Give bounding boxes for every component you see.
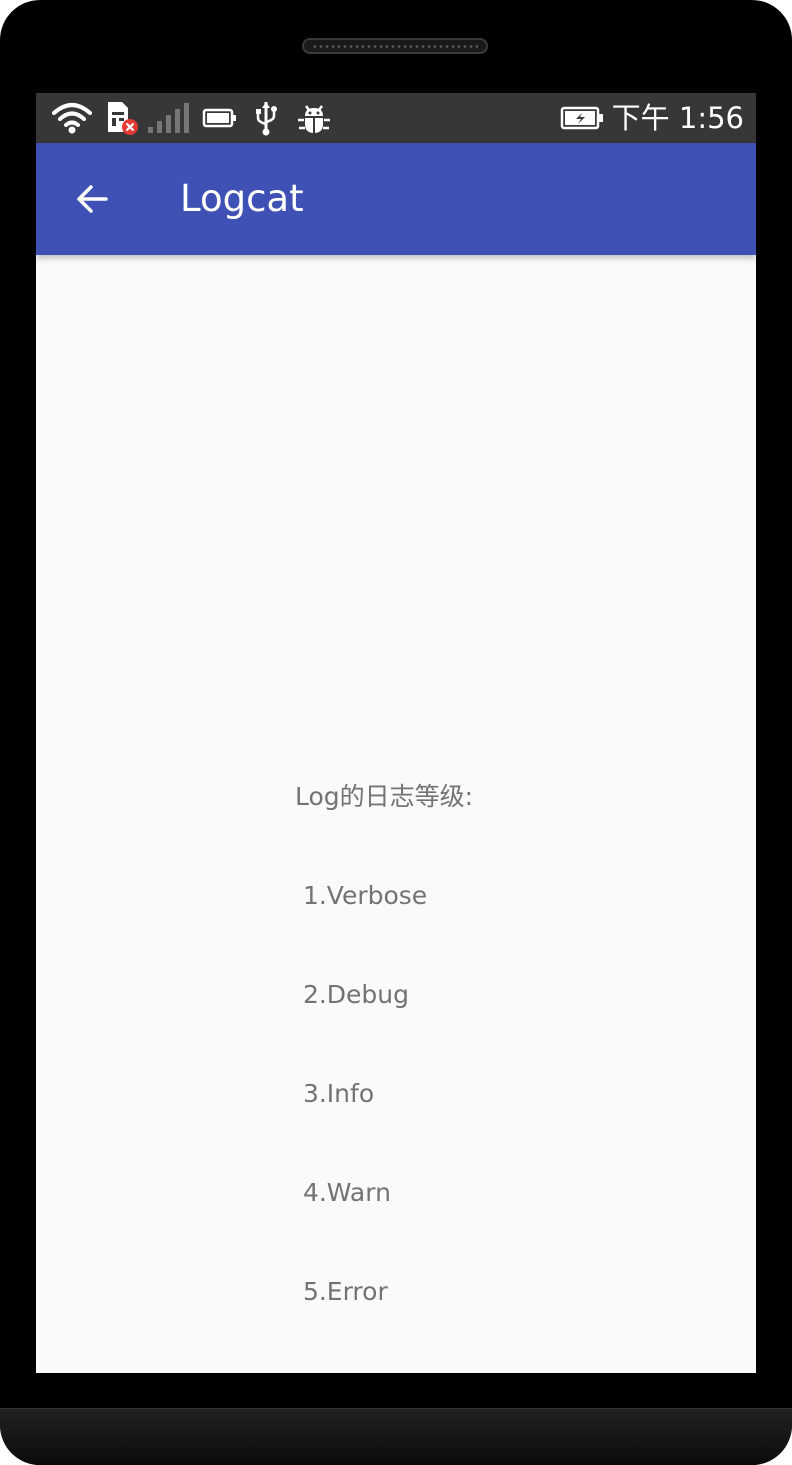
wifi-icon xyxy=(52,101,92,135)
back-button[interactable] xyxy=(56,171,128,227)
log-levels-heading: Log的日志等级: xyxy=(295,782,474,811)
log-levels-text: Log的日志等级: 1.Verbose 2.Debug 3.Info 4.War… xyxy=(295,714,473,1373)
earpiece-speaker xyxy=(302,38,488,54)
debug-bug-icon xyxy=(296,101,332,135)
status-bar-clock: 下午 1:56 xyxy=(611,101,744,135)
log-level-item: 4.Warn xyxy=(295,1178,391,1207)
phone-bottom-bezel xyxy=(0,1408,792,1465)
arrow-left-icon xyxy=(77,185,108,213)
device-screen: 下午 1:56 Logcat Log的日志等级: 1.Verbose 2.Deb… xyxy=(36,93,756,1373)
battery-small-icon xyxy=(202,101,238,135)
log-level-item: 2.Debug xyxy=(295,980,410,1009)
status-bar: 下午 1:56 xyxy=(36,93,756,143)
phone-frame: 下午 1:56 Logcat Log的日志等级: 1.Verbose 2.Deb… xyxy=(0,0,792,1465)
log-level-item: 1.Verbose xyxy=(295,881,428,910)
log-level-item: 5.Error xyxy=(295,1277,388,1306)
app-bar: Logcat xyxy=(36,143,756,255)
log-level-item: 3.Info xyxy=(295,1079,375,1108)
page-title: Logcat xyxy=(180,177,304,220)
battery-charging-icon xyxy=(560,101,606,135)
cell-signal-icon xyxy=(146,101,194,135)
sim-card-error-icon xyxy=(104,101,140,135)
usb-icon xyxy=(254,101,278,136)
